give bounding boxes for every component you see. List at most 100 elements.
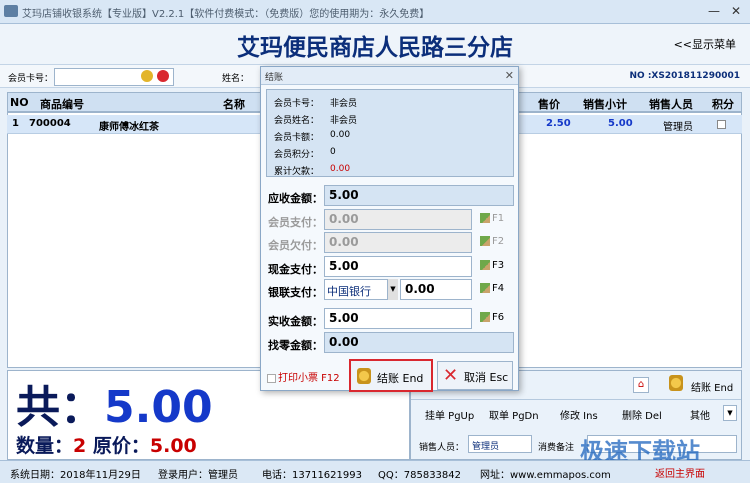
col-no: NO [10,96,29,109]
app-icon [4,5,18,17]
pencil-icon [480,312,490,322]
unionpay-row: 银联支付： 中国银行 ▼ 0.00 F4 [266,279,514,301]
order-number: NO :XS201811290001 [629,71,740,81]
cash-pay-input[interactable]: 5.00 [324,256,472,277]
member-debt-pay-row: 会员欠付： 0.00 F2 [266,232,514,254]
member-card-input[interactable] [54,68,174,86]
show-menu-link[interactable]: <<显示菜单 [674,36,736,52]
note-label: 消费备注 [538,443,575,453]
status-phone: 电话：13711621993 [262,470,362,481]
member-debt-row: 累计欠款： 0.00 [274,164,350,177]
actual-input[interactable]: 5.00 [324,308,472,329]
window-titlebar: 艾玛店铺收银系统【专业版】V2.2.1【软件付费模式：（免费版）您的使用期为：永… [0,0,750,24]
qty-value: 2 [73,435,87,457]
member-pay-key-label: F1 [492,213,505,224]
total-amount: 共：5.00 [16,371,213,435]
pencil-icon [480,260,490,270]
actual-key: F6 [480,312,504,323]
actual-label: 实收金额： [268,315,323,328]
print-receipt-option[interactable]: 打印小票 F12 [267,369,340,384]
action-divider [411,399,741,400]
print-receipt-checkbox[interactable] [267,373,276,383]
chevron-down-icon[interactable]: ▼ [387,279,398,300]
coins-icon [669,375,683,391]
unionpay-input[interactable]: 0.00 [400,279,472,300]
member-name-label: 会员姓名： [274,116,320,126]
modify-button[interactable]: 修改 Ins [560,407,598,422]
unionpay-key: F4 [480,283,504,294]
row-code: 700004 [29,118,71,129]
cancel-button-label: 取消 Esc [464,371,509,384]
member-card-value: 非会员 [330,99,358,109]
pencil-icon [480,213,490,223]
total-value: 5.00 [104,382,213,433]
staff-label: 销售人员： [419,443,465,453]
member-debt-value: 0.00 [330,164,351,174]
row-no: 1 [12,118,19,129]
total-summary: 数量：2 原价：5.00 [16,431,197,458]
member-debt-key: F2 [480,236,504,247]
member-name-row: 会员姓名： 非会员 [274,113,357,126]
staff-select[interactable]: 管理员 [468,435,532,453]
cash-pay-label: 现金支付： [268,263,323,276]
receivable-label: 应收金额： [268,192,323,205]
home-icon[interactable]: ⌂ [633,377,649,393]
retrieve-order-button[interactable]: 取单 PgDn [489,407,539,422]
settle-button[interactable]: 结账 End [349,359,433,392]
member-balance-label: 会员卡额： [274,133,320,143]
member-card-row: 会员卡号： 非会员 [274,96,357,109]
row-name: 康师傅冰红茶 [99,122,159,133]
actual-key-label: F6 [492,312,505,323]
clear-icon[interactable] [157,70,169,82]
receivable-row: 应收金额： 5.00 [266,185,514,207]
dialog-title: 结账 [265,73,284,83]
col-code: 商品编号 [40,98,84,111]
hold-order-button[interactable]: 挂单 PgUp [425,407,474,422]
status-user: 登录用户：管理员 [158,470,238,481]
col-subtotal: 销售小计 [583,98,627,111]
coins-icon [357,368,371,384]
member-debt-label: 累计欠款： [274,167,320,177]
member-debt-input[interactable]: 0.00 [324,232,472,253]
pencil-icon [480,236,490,246]
member-balance-value: 0.00 [330,130,351,140]
member-points-label: 会员积分： [274,150,320,160]
actual-row: 实收金额： 5.00 F6 [266,308,514,330]
other-button[interactable]: 其他 [690,407,710,422]
close-button[interactable]: ✕ [726,3,746,19]
chevron-down-icon[interactable]: ▼ [723,405,737,421]
member-icon[interactable] [141,70,153,82]
row-staff: 管理员 [663,122,693,133]
settle-shortcut-button[interactable]: 结账 End [691,379,733,394]
change-label: 找零金额： [268,339,323,352]
cancel-button[interactable]: ✕ 取消 Esc [437,361,513,390]
status-bar: 系统日期：2018年11月29日 登录用户：管理员 电话：13711621993… [0,460,750,483]
total-prefix: 共： [16,382,104,433]
member-debt-key-label: F2 [492,236,505,247]
member-pay-row: 会员支付： 0.00 F1 [266,209,514,231]
qty-label: 数量： [16,435,74,457]
cash-pay-key-label: F3 [492,260,505,271]
dialog-titlebar: 结账 ✕ [261,67,518,85]
dialog-close-icon[interactable]: ✕ [505,69,514,82]
unionpay-label: 银联支付： [268,286,323,299]
window-title: 艾玛店铺收银系统【专业版】V2.2.1【软件付费模式：（免费版）您的使用期为：永… [22,9,430,20]
member-points-row: 会员积分： 0 [274,147,336,160]
close-icon: ✕ [443,365,459,386]
name-label: 姓名： [222,74,250,84]
delete-button[interactable]: 删除 Del [622,407,662,422]
member-pay-input[interactable]: 0.00 [324,209,472,230]
checkout-dialog: 结账 ✕ 会员卡号： 非会员 会员姓名： 非会员 会员卡额： 0.00 会员积分： 0 … [260,66,519,392]
member-balance-row: 会员卡额： 0.00 [274,130,350,143]
cash-pay-row: 现金支付： 5.00 F3 [266,256,514,278]
member-pay-label: 会员支付： [268,216,323,229]
member-info-box: 会员卡号： 非会员 会员姓名： 非会员 会员卡额： 0.00 会员积分： 0 累计欠款：… [266,89,514,177]
store-name: 艾玛便民商店人民路三分店 [237,35,513,61]
status-web[interactable]: 网址：www.emmapos.com [480,466,611,481]
minimize-button[interactable]: — [704,3,724,19]
change-row: 找零金额： 0.00 [266,332,514,354]
settle-button-label: 结账 End [377,372,424,385]
return-home-link[interactable]: 返回主界面 [655,465,705,480]
receivable-value: 5.00 [324,185,514,206]
row-points-checkbox[interactable] [717,120,726,129]
